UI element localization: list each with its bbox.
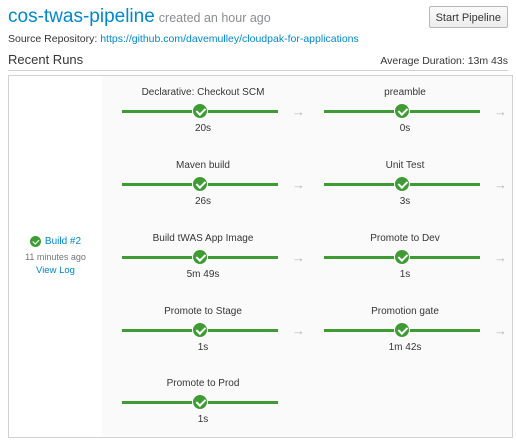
view-log-link[interactable]: View Log xyxy=(9,265,102,276)
stage[interactable]: Build tWAS App Image 5m 49s → xyxy=(112,233,305,291)
stage[interactable]: preamble 0s → xyxy=(314,87,507,145)
average-duration: Average Duration: 13m 43s xyxy=(380,55,508,67)
stage[interactable]: Declarative: Checkout SCM 20s → xyxy=(112,87,305,145)
arrow-right-icon: → xyxy=(494,323,507,338)
stage[interactable]: Promotion gate 1m 42s → xyxy=(314,306,507,364)
check-icon xyxy=(394,249,410,265)
pipeline-stages: Declarative: Checkout SCM 20s → preamble… xyxy=(102,76,512,437)
pipeline-header: cos-twas-pipeline created an hour ago Sta… xyxy=(8,6,508,32)
check-icon xyxy=(394,103,410,119)
stage-duration: 5m 49s xyxy=(186,269,220,280)
build-link[interactable]: Build #2 xyxy=(29,236,81,247)
created-time: created an hour ago xyxy=(158,11,271,25)
stage[interactable]: Unit Test 3s → xyxy=(314,160,507,218)
stage[interactable]: Promote to Stage 1s → xyxy=(112,306,305,364)
stage-duration: 1m 42s xyxy=(388,342,422,353)
success-check-icon xyxy=(29,236,41,247)
stage-duration: 1s xyxy=(197,414,209,425)
arrow-right-icon: → xyxy=(494,104,507,119)
check-icon xyxy=(192,176,208,192)
check-icon xyxy=(192,249,208,265)
stage-duration: 1s xyxy=(197,342,209,353)
build-time: 11 minutes ago xyxy=(25,252,86,262)
stage[interactable]: Maven build 26s → xyxy=(112,160,305,218)
stage-name: Build tWAS App Image xyxy=(152,233,254,244)
check-icon xyxy=(394,176,410,192)
source-repository-link[interactable]: https://github.com/davemulley/cloudpak-f… xyxy=(100,33,359,45)
source-repository: Source Repository: https://github.com/da… xyxy=(8,33,359,45)
stage-name: Promote to Stage xyxy=(164,306,242,317)
arrow-right-icon: → xyxy=(292,104,305,119)
stage-duration: 3s xyxy=(399,196,411,207)
check-icon xyxy=(192,322,208,338)
stage-name: Promotion gate xyxy=(371,306,439,317)
build-name[interactable]: Build #2 xyxy=(45,236,81,247)
arrow-right-icon: → xyxy=(292,323,305,338)
check-icon xyxy=(192,394,208,410)
stage-duration: 26s xyxy=(194,196,212,207)
stage-duration: 20s xyxy=(194,123,212,134)
stage[interactable]: Promote to Prod 1s xyxy=(112,378,294,436)
arrow-right-icon: → xyxy=(292,250,305,265)
pipeline-title: cos-twas-pipeline created an hour ago xyxy=(8,6,271,28)
recent-runs-heading: Recent Runs xyxy=(8,52,84,67)
pipeline-name[interactable]: cos-twas-pipeline xyxy=(8,6,155,27)
source-repository-label: Source Repository: xyxy=(8,33,98,45)
pipeline-run-panel: Build #2 11 minutes ago View Log Declara… xyxy=(8,75,513,438)
stage[interactable]: Promote to Dev 1s → xyxy=(314,233,507,291)
arrow-right-icon: → xyxy=(494,250,507,265)
stage-name: Maven build xyxy=(176,160,230,171)
arrow-right-icon: → xyxy=(292,177,305,192)
stage-name: Unit Test xyxy=(385,160,425,171)
stage-name: Promote to Dev xyxy=(370,233,440,244)
section-divider xyxy=(8,70,508,71)
check-icon xyxy=(394,322,410,338)
stage-duration: 0s xyxy=(399,123,411,134)
stage-name: Declarative: Checkout SCM xyxy=(141,87,265,98)
stage-duration: 1s xyxy=(399,269,411,280)
arrow-right-icon: → xyxy=(494,177,507,192)
check-icon xyxy=(192,103,208,119)
stage-name: preamble xyxy=(384,87,426,98)
start-pipeline-button[interactable]: Start Pipeline xyxy=(428,6,508,28)
stage-name: Promote to Prod xyxy=(166,378,240,389)
build-summary: Build #2 11 minutes ago View Log xyxy=(9,76,103,437)
